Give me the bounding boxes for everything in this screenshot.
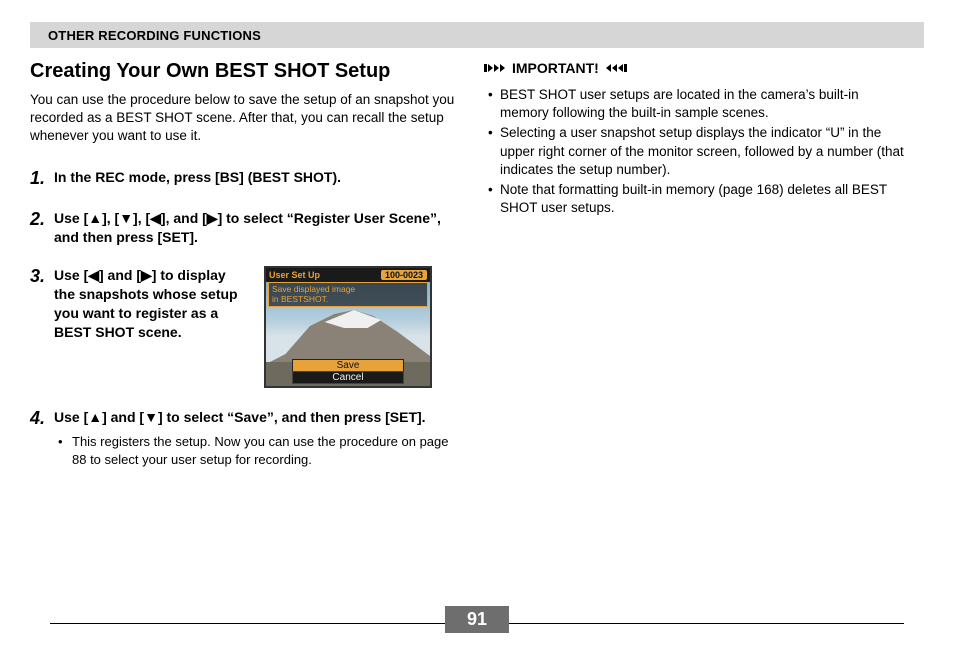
screenshot-topbar: User Set Up 100-0023 xyxy=(266,268,430,282)
important-item: • BEST SHOT user setups are located in t… xyxy=(488,86,904,122)
step-3: 3. Use [◀] and [▶] to display the snapsh… xyxy=(30,266,456,388)
step-text: Use [▲], [▼], [◀], and [▶] to select “Re… xyxy=(54,209,456,247)
camera-screenshot: User Set Up 100-0023 Save displayed imag… xyxy=(264,266,432,388)
important-item: • Selecting a user snapshot setup displa… xyxy=(488,124,904,179)
page-footer: 91 xyxy=(50,623,904,624)
bullet-dot: • xyxy=(488,124,500,179)
screenshot-mountain xyxy=(266,306,430,364)
important-header: IMPORTANT! xyxy=(484,60,904,76)
page-number: 91 xyxy=(445,606,509,633)
steps-list: 1. In the REC mode, press [BS] (BEST SHO… xyxy=(30,168,456,469)
page-title: Creating Your Own BEST SHOT Setup xyxy=(30,60,456,83)
screenshot-cancel-option: Cancel xyxy=(292,371,404,384)
screenshot-message: Save displayed image in BESTSHOT. xyxy=(268,282,428,307)
step-sub-bullet: • This registers the setup. Now you can … xyxy=(54,433,456,468)
step-number: 2. xyxy=(30,209,54,247)
important-label: IMPORTANT! xyxy=(512,60,599,76)
step-number: 4. xyxy=(30,408,54,468)
bullet-dot: • xyxy=(58,433,72,468)
important-text: Selecting a user snapshot setup displays… xyxy=(500,124,904,179)
important-item: • Note that formatting built-in memory (… xyxy=(488,181,904,217)
left-column: Creating Your Own BEST SHOT Setup You ca… xyxy=(30,60,456,488)
step-sub-text: This registers the setup. Now you can us… xyxy=(72,433,456,468)
important-text: BEST SHOT user setups are located in the… xyxy=(500,86,904,122)
screenshot-title: User Set Up xyxy=(269,270,320,280)
bullet-dot: • xyxy=(488,181,500,217)
step-number: 1. xyxy=(30,168,54,189)
section-header: OTHER RECORDING FUNCTIONS xyxy=(30,22,924,48)
important-icon-left xyxy=(484,62,506,74)
step-1: 1. In the REC mode, press [BS] (BEST SHO… xyxy=(30,168,456,189)
screenshot-counter: 100-0023 xyxy=(381,270,427,280)
step-4: 4. Use [▲] and [▼] to select “Save”, and… xyxy=(30,408,456,468)
intro-text: You can use the procedure below to save … xyxy=(30,91,456,146)
step-text: In the REC mode, press [BS] (BEST SHOT). xyxy=(54,168,456,187)
step-2: 2. Use [▲], [▼], [◀], and [▶] to select … xyxy=(30,209,456,247)
screenshot-msg-line2: in BESTSHOT. xyxy=(272,294,328,304)
step-text: Use [◀] and [▶] to display the snapshots… xyxy=(54,266,250,342)
step-number: 3. xyxy=(30,266,54,388)
important-list: • BEST SHOT user setups are located in t… xyxy=(484,86,904,218)
important-text: Note that formatting built-in memory (pa… xyxy=(500,181,904,217)
footer-line: 91 xyxy=(50,623,904,624)
right-column: IMPORTANT! • BEST SHOT user setups are l… xyxy=(484,60,904,488)
important-icon-right xyxy=(605,62,627,74)
bullet-dot: • xyxy=(488,86,500,122)
step-text: Use [▲] and [▼] to select “Save”, and th… xyxy=(54,408,456,427)
